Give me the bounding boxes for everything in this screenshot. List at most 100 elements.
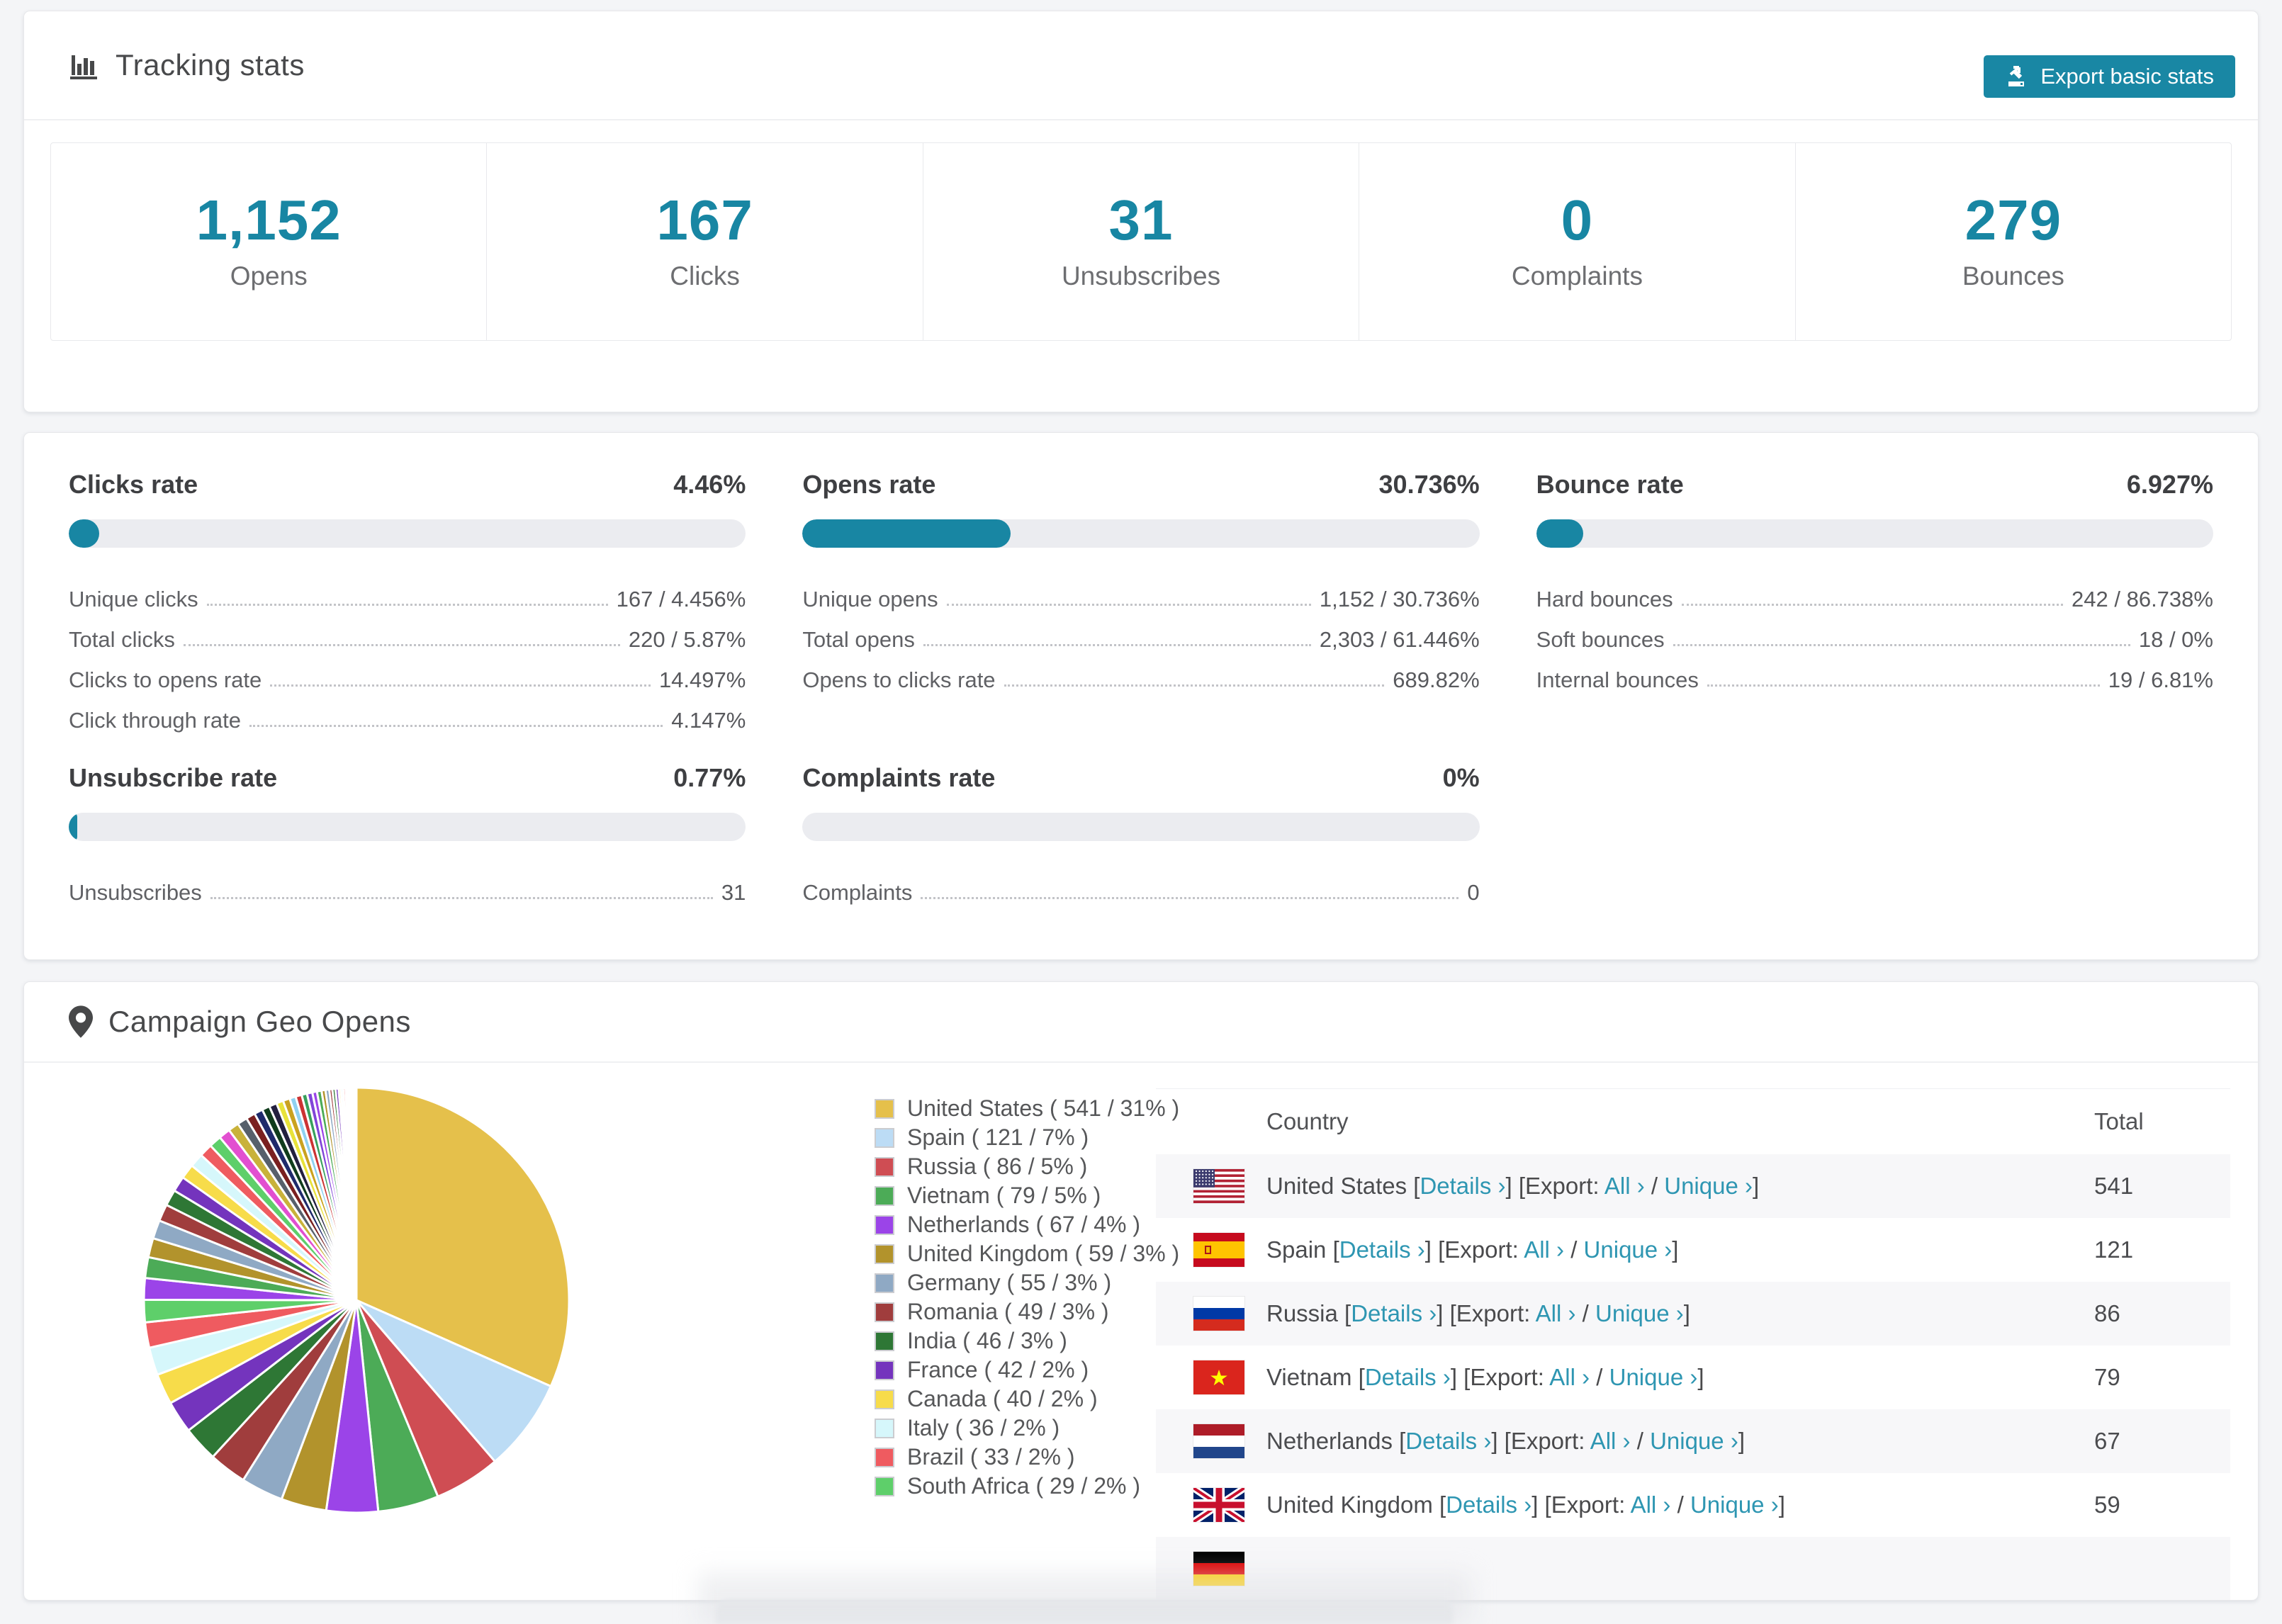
dotted-leader bbox=[1681, 604, 2064, 606]
export-all-link[interactable]: All › bbox=[1536, 1300, 1576, 1326]
stat-value: 279 bbox=[1965, 188, 2062, 252]
stat-label: Bounces bbox=[1962, 261, 2064, 291]
export-unique-link[interactable]: Unique › bbox=[1595, 1300, 1684, 1326]
export-prefix: ] [Export: bbox=[1437, 1300, 1536, 1326]
bracket: [ bbox=[1358, 1364, 1365, 1390]
rate-detail-value: 19 / 6.81% bbox=[2108, 667, 2213, 692]
dotted-leader bbox=[1707, 684, 2100, 687]
legend-item[interactable]: Netherlands ( 67 / 4% ) bbox=[875, 1210, 1179, 1239]
stat-label: Unsubscribes bbox=[1061, 261, 1221, 291]
export-all-link[interactable]: All › bbox=[1549, 1364, 1590, 1390]
legend-label: France ( 42 / 2% ) bbox=[907, 1357, 1089, 1382]
stat-card-unsubscribes: 31 Unsubscribes bbox=[923, 143, 1360, 340]
rate-detail-row: Click through rate 4.147% bbox=[69, 693, 746, 733]
rate-detail-label: Soft bounces bbox=[1536, 627, 1665, 652]
geo-table-row-united-states: United States [Details ›] [Export: All ›… bbox=[1156, 1154, 2230, 1218]
flag-icon-gb bbox=[1193, 1488, 1244, 1522]
legend-item[interactable]: India ( 46 / 3% ) bbox=[875, 1326, 1179, 1355]
rate-detail-row: Soft bounces 18 / 0% bbox=[1536, 612, 2213, 653]
rate-title: Opens rate bbox=[802, 470, 936, 499]
export-unique-link[interactable]: Unique › bbox=[1690, 1492, 1779, 1518]
bracket: [ bbox=[1344, 1300, 1351, 1326]
legend-item[interactable]: United Kingdom ( 59 / 3% ) bbox=[875, 1239, 1179, 1268]
country-cell: Spain [Details ›] [Export: All › / Uniqu… bbox=[1266, 1236, 1679, 1263]
legend-item[interactable]: Vietnam ( 79 / 5% ) bbox=[875, 1181, 1179, 1210]
legend-item[interactable]: South Africa ( 29 / 2% ) bbox=[875, 1472, 1179, 1501]
export-all-link[interactable]: All › bbox=[1524, 1236, 1564, 1263]
slash: / bbox=[1575, 1300, 1596, 1326]
legend-item[interactable]: Canada ( 40 / 2% ) bbox=[875, 1385, 1179, 1414]
export-unique-link[interactable]: Unique › bbox=[1609, 1364, 1698, 1390]
legend-item[interactable]: France ( 42 / 2% ) bbox=[875, 1355, 1179, 1385]
details-link[interactable]: Details › bbox=[1405, 1428, 1491, 1454]
legend-item[interactable]: Brazil ( 33 / 2% ) bbox=[875, 1443, 1179, 1472]
legend-label: Spain ( 121 / 7% ) bbox=[907, 1124, 1089, 1150]
rate-progress-bar bbox=[802, 813, 1480, 841]
rate-detail-label: Hard bounces bbox=[1536, 587, 1673, 611]
rate-block-unsubscribe-rate: Unsubscribe rate 0.77% Unsubscribes 31 bbox=[69, 763, 746, 906]
details-link[interactable]: Details › bbox=[1446, 1492, 1531, 1518]
rate-value: 0% bbox=[1442, 763, 1480, 792]
dotted-leader bbox=[923, 644, 1311, 646]
geo-table-row-united-kingdom: United Kingdom [Details ›] [Export: All … bbox=[1156, 1473, 2230, 1537]
stat-label: Clicks bbox=[670, 261, 740, 291]
export-all-link[interactable]: All › bbox=[1590, 1428, 1631, 1454]
rate-detail-value: 242 / 86.738% bbox=[2072, 587, 2213, 611]
legend-swatch bbox=[875, 1389, 894, 1409]
total-cell: 121 bbox=[2094, 1236, 2134, 1263]
dotted-leader bbox=[1004, 684, 1385, 687]
details-link[interactable]: Details › bbox=[1365, 1364, 1451, 1390]
bracket: ] bbox=[1697, 1364, 1704, 1390]
country-column-header: Country bbox=[1266, 1108, 1349, 1134]
legend-swatch bbox=[875, 1244, 894, 1264]
stats-summary-row: 1,152 Opens 167 Clicks 31 Unsubscribes 0 Compla… bbox=[50, 142, 2232, 341]
slash: / bbox=[1564, 1236, 1584, 1263]
rate-detail-value: 4.147% bbox=[671, 708, 746, 733]
rate-detail-value: 220 / 5.87% bbox=[628, 627, 746, 652]
legend-label: Italy ( 36 / 2% ) bbox=[907, 1415, 1060, 1440]
dotted-leader bbox=[921, 897, 1459, 899]
export-button-label: Export basic stats bbox=[2040, 64, 2214, 89]
export-unique-link[interactable]: Unique › bbox=[1584, 1236, 1673, 1263]
legend-item[interactable]: Italy ( 36 / 2% ) bbox=[875, 1414, 1179, 1443]
tracking-stats-header: Tracking stats Export basic stats bbox=[24, 11, 2258, 120]
rate-detail-row: Complaints 0 bbox=[802, 865, 1479, 906]
rate-title: Complaints rate bbox=[802, 763, 996, 792]
export-all-link[interactable]: All › bbox=[1631, 1492, 1671, 1518]
export-all-link[interactable]: All › bbox=[1604, 1173, 1645, 1199]
rate-detail-row: Total opens 2,303 / 61.446% bbox=[802, 612, 1479, 653]
legend-item[interactable]: United States ( 541 / 31% ) bbox=[875, 1094, 1179, 1123]
rates-grid: Clicks rate 4.46% Unique clicks 167 / 4.456… bbox=[24, 433, 2258, 906]
rate-detail-label: Click through rate bbox=[69, 708, 241, 733]
legend-label: Romania ( 49 / 3% ) bbox=[907, 1299, 1109, 1324]
page-title: Tracking stats bbox=[116, 48, 305, 81]
flag-icon-vn bbox=[1193, 1360, 1244, 1394]
export-unique-link[interactable]: Unique › bbox=[1664, 1173, 1753, 1199]
bracket: ] bbox=[1672, 1236, 1679, 1263]
details-link[interactable]: Details › bbox=[1351, 1300, 1437, 1326]
details-link[interactable]: Details › bbox=[1339, 1236, 1425, 1263]
details-link[interactable]: Details › bbox=[1420, 1173, 1505, 1199]
rate-detail-label: Internal bounces bbox=[1536, 667, 1699, 692]
bracket: ] bbox=[1683, 1300, 1690, 1326]
legend-label: United Kingdom ( 59 / 3% ) bbox=[907, 1241, 1180, 1266]
rate-detail-value: 14.497% bbox=[658, 667, 746, 692]
legend-label: Brazil ( 33 / 2% ) bbox=[907, 1444, 1075, 1470]
export-basic-stats-button[interactable]: Export basic stats bbox=[1984, 55, 2235, 98]
rate-title: Unsubscribe rate bbox=[69, 763, 278, 792]
legend-label: Germany ( 55 / 3% ) bbox=[907, 1270, 1112, 1295]
rate-detail-value: 31 bbox=[721, 880, 746, 905]
legend-label: South Africa ( 29 / 2% ) bbox=[907, 1473, 1141, 1499]
geo-header: Campaign Geo Opens bbox=[24, 982, 2258, 1063]
export-unique-link[interactable]: Unique › bbox=[1650, 1428, 1738, 1454]
stat-value: 167 bbox=[656, 188, 753, 252]
country-cell: Vietnam [Details ›] [Export: All › / Uni… bbox=[1266, 1364, 1704, 1390]
rate-progress-bar bbox=[802, 519, 1480, 548]
legend-item[interactable]: Russia ( 86 / 5% ) bbox=[875, 1152, 1179, 1181]
campaign-geo-opens-card: Campaign Geo Opens United States ( 541 /… bbox=[23, 981, 2259, 1601]
slash: / bbox=[1644, 1173, 1665, 1199]
legend-item[interactable]: Romania ( 49 / 3% ) bbox=[875, 1297, 1179, 1326]
legend-item[interactable]: Germany ( 55 / 3% ) bbox=[875, 1268, 1179, 1297]
flag-icon-de bbox=[1193, 1552, 1244, 1586]
legend-item[interactable]: Spain ( 121 / 7% ) bbox=[875, 1123, 1179, 1152]
